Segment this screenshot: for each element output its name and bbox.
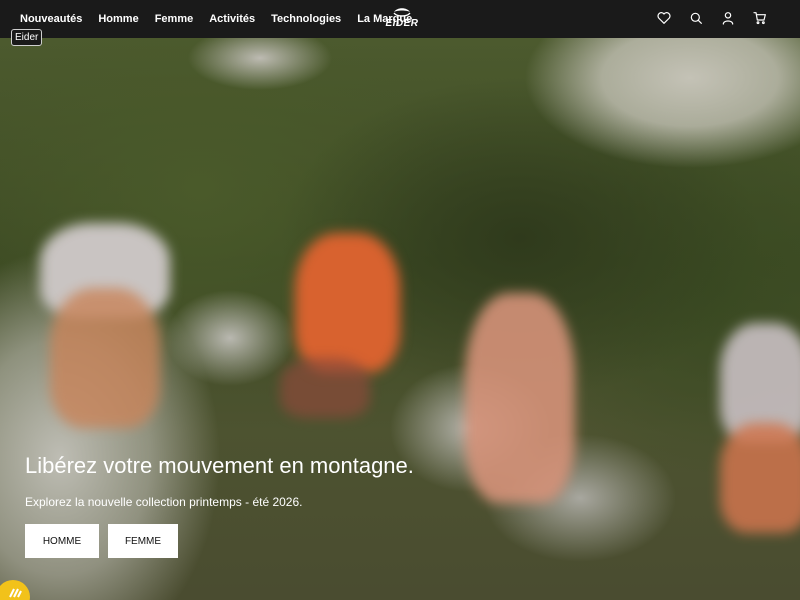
nav-item-nouveautes[interactable]: Nouveautés <box>20 13 82 25</box>
brand-tag: Eider <box>11 29 43 46</box>
hero-subtitle: Explorez la nouvelle collection printemp… <box>25 495 303 509</box>
header-icons <box>656 10 768 26</box>
heart-icon[interactable] <box>656 10 672 26</box>
nav-item-femme[interactable]: Femme <box>155 13 194 25</box>
eider-logo[interactable]: EIDER <box>377 7 427 31</box>
runner-blur-2 <box>295 233 400 373</box>
runner-blur-4-body <box>720 423 800 533</box>
homme-button[interactable]: HOMME <box>25 524 99 558</box>
cart-icon[interactable] <box>752 10 768 26</box>
nav-item-activites[interactable]: Activités <box>209 13 255 25</box>
main-nav: Nouveautés Homme Femme Activités Technol… <box>20 0 412 38</box>
site-header: Nouveautés Homme Femme Activités Technol… <box>0 0 800 38</box>
runner-blur-1-legs <box>50 288 160 428</box>
eider-logo-mark <box>393 8 411 17</box>
hero-banner <box>0 38 800 600</box>
search-icon[interactable] <box>688 10 704 26</box>
hero-title: Libérez votre mouvement en montagne. <box>25 453 414 478</box>
femme-button[interactable]: FEMME <box>108 524 178 558</box>
nav-item-technologies[interactable]: Technologies <box>271 13 341 25</box>
wave-icon <box>9 588 22 598</box>
logo-text: EIDER <box>385 18 419 29</box>
user-icon[interactable] <box>720 10 736 26</box>
nav-item-homme[interactable]: Homme <box>98 13 138 25</box>
runner-blur-3 <box>465 293 575 503</box>
runner-blur-2-legs <box>280 358 370 418</box>
